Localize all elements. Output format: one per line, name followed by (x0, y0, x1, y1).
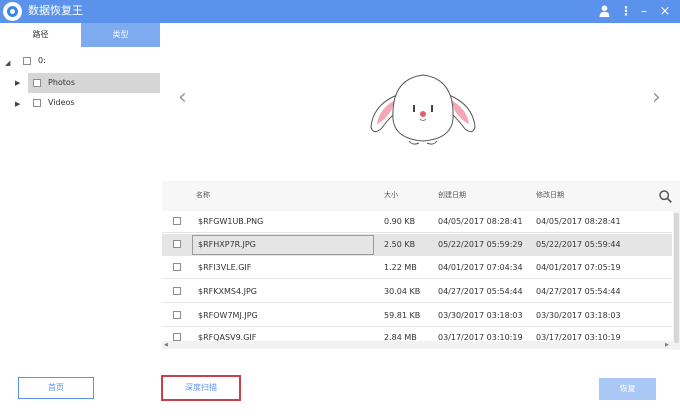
file-size: 30.04 KB (384, 287, 421, 296)
file-modified: 04/05/2017 08:28:41 (536, 217, 621, 226)
videos-checkbox[interactable] (33, 99, 41, 107)
table-row[interactable]: $RFOW7MJ.JPG 59.81 KB 03/30/2017 03:18:0… (162, 305, 672, 327)
file-name: $RFI3VLE.GIF (198, 263, 252, 272)
file-name: $RFOW7MJ.JPG (198, 311, 258, 320)
file-modified: 03/17/2017 03:10:19 (536, 333, 621, 341)
scroll-left-icon[interactable]: ◀ (164, 341, 168, 349)
row-checkbox[interactable] (173, 240, 181, 248)
tree-item-label: Photos (48, 78, 75, 87)
collapse-arrow-icon[interactable]: ◢ (5, 59, 10, 67)
prev-arrow-icon[interactable]: ‹ (178, 85, 187, 110)
row-checkbox[interactable] (173, 333, 181, 341)
next-arrow-icon[interactable]: › (652, 85, 661, 110)
footer: 首页 深度扫描 恢复 (0, 350, 680, 419)
photos-checkbox[interactable] (33, 79, 41, 87)
file-size: 2.50 KB (384, 240, 416, 249)
close-icon[interactable]: × (656, 0, 674, 23)
rabbit-illustration (370, 74, 476, 145)
tree-item-photos[interactable]: Photos (28, 73, 160, 93)
preview-area: ‹ › (162, 23, 680, 181)
column-size[interactable]: 大小 (384, 190, 398, 200)
column-modified[interactable]: 修改日期 (536, 190, 564, 200)
app-logo-icon (3, 2, 22, 21)
file-modified: 03/30/2017 03:18:03 (536, 311, 621, 320)
row-checkbox[interactable] (173, 287, 181, 295)
file-created: 04/27/2017 05:54:44 (438, 287, 523, 296)
table-row[interactable]: $RFHXP7R.JPG 2.50 KB 05/22/2017 05:59:29… (162, 234, 672, 256)
file-modified: 04/01/2017 07:05:19 (536, 263, 621, 272)
table-row[interactable]: $RFI3VLE.GIF 1.22 MB 04/01/2017 07:04:34… (162, 257, 672, 279)
file-name: $RFQASV9.GIF (198, 333, 257, 341)
expand-arrow-icon[interactable]: ▶ (15, 100, 20, 108)
expand-arrow-icon[interactable]: ▶ (15, 79, 20, 87)
file-created: 05/22/2017 05:59:29 (438, 240, 523, 249)
home-button[interactable]: 首页 (18, 377, 94, 399)
column-name[interactable]: 名称 (196, 190, 210, 200)
deep-scan-button[interactable]: 深度扫描 (161, 375, 241, 401)
tree-item-label: 0: (38, 56, 46, 65)
file-created: 04/05/2017 08:28:41 (438, 217, 523, 226)
file-name: $RFGW1UB.PNG (198, 217, 264, 226)
row-checkbox[interactable] (173, 263, 181, 271)
app-title: 数据恢复王 (28, 4, 83, 17)
tree-item-drive[interactable]: ◢ 0: (0, 52, 160, 72)
table-row[interactable]: $RFGW1UB.PNG 0.90 KB 04/05/2017 08:28:41… (162, 211, 672, 233)
file-created: 04/01/2017 07:04:34 (438, 263, 523, 272)
tree-item-label: Videos (48, 98, 75, 107)
search-icon[interactable] (659, 190, 672, 205)
vertical-scrollbar[interactable] (673, 211, 680, 350)
table-row[interactable]: $RFKXMS4.JPG 30.04 KB 04/27/2017 05:54:4… (162, 281, 672, 303)
user-icon[interactable] (596, 0, 612, 23)
tab-type[interactable]: 类型 (81, 23, 160, 47)
vertical-scroll-thumb[interactable] (674, 213, 679, 343)
file-name: $RFHXP7R.JPG (198, 240, 256, 249)
column-created[interactable]: 创建日期 (438, 190, 466, 200)
file-modified: 05/22/2017 05:59:44 (536, 240, 621, 249)
sidebar: 路径 类型 ◢ 0: ▶ Photos ▶ Videos (0, 23, 162, 350)
row-checkbox[interactable] (173, 311, 181, 319)
file-size: 0.90 KB (384, 217, 416, 226)
file-size: 1.22 MB (384, 263, 417, 272)
minimize-icon[interactable]: – (635, 0, 653, 23)
file-created: 03/17/2017 03:10:19 (438, 333, 523, 341)
horizontal-scrollbar[interactable]: ◀ ▶ (162, 341, 673, 349)
table-row[interactable]: $RFQASV9.GIF 2.84 MB 03/17/2017 03:10:19… (162, 328, 672, 341)
recover-button[interactable]: 恢复 (599, 378, 656, 400)
tab-path[interactable]: 路径 (0, 23, 81, 47)
file-size: 59.81 KB (384, 311, 421, 320)
table-header: 名称 大小 创建日期 修改日期 (162, 181, 680, 211)
file-size: 2.84 MB (384, 333, 417, 341)
scroll-right-icon[interactable]: ▶ (665, 341, 669, 349)
file-modified: 04/27/2017 05:54:44 (536, 287, 621, 296)
drive-checkbox[interactable] (23, 57, 31, 65)
menu-icon[interactable]: ⋮ (619, 0, 633, 23)
tree-item-videos[interactable]: ▶ Videos (0, 94, 160, 114)
file-created: 03/30/2017 03:18:03 (438, 311, 523, 320)
row-checkbox[interactable] (173, 217, 181, 225)
title-bar: 数据恢复王 ⋮ – × (0, 0, 680, 23)
file-name: $RFKXMS4.JPG (198, 287, 257, 296)
